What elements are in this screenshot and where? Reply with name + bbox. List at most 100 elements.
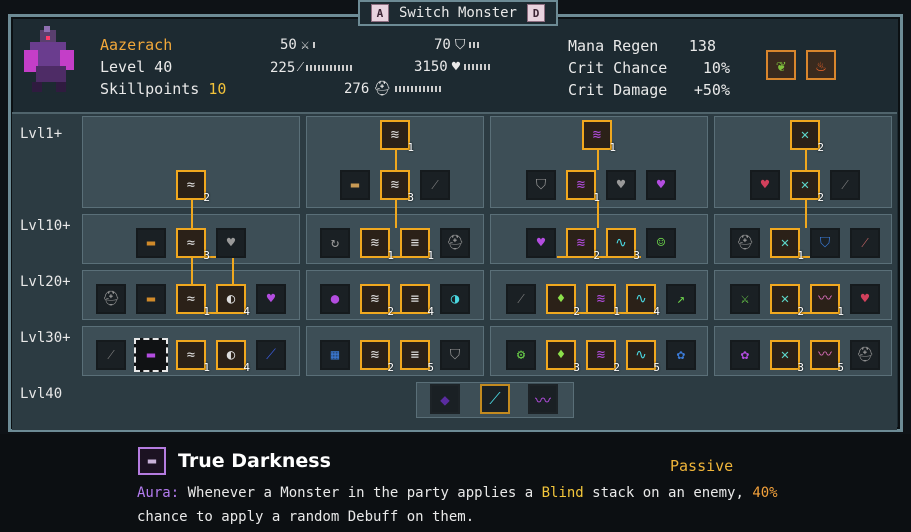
skill-node[interactable]: ≡ 5 xyxy=(400,340,434,374)
skill-node[interactable]: ≋ 2 xyxy=(586,340,620,374)
skill-node[interactable]: ≋ 3 xyxy=(380,170,414,204)
skill-node[interactable]: ▬ xyxy=(136,284,166,314)
skill-node[interactable]: ⁄ xyxy=(420,170,450,200)
skill-node[interactable]: ▬ xyxy=(136,228,166,258)
chance-percent: 40% xyxy=(752,485,778,501)
skill-node[interactable]: ≋ 1 xyxy=(380,120,414,154)
helmet-icon: ⛑ xyxy=(373,81,392,97)
skill-node[interactable]: ◐ 4 xyxy=(216,284,250,318)
skillpoints: Skillpoints 10 xyxy=(100,80,226,98)
skill-title: True Darkness xyxy=(178,450,331,472)
skill-node[interactable]: ≋ 1 xyxy=(566,170,600,204)
skill-node[interactable]: ⛑ xyxy=(440,228,470,258)
magic-stat: 225 ⁄ xyxy=(270,59,354,76)
skill-node[interactable]: ♥ xyxy=(526,228,556,258)
defense-stat: 70 ⛉ xyxy=(434,37,480,53)
skill-node[interactable]: ≈3 xyxy=(176,228,210,262)
skill-node[interactable]: ≋ 1 xyxy=(360,228,394,262)
level-label-40: Lvl40 xyxy=(20,386,63,402)
key-d[interactable]: D xyxy=(527,4,545,22)
skill-node[interactable]: ⛑ xyxy=(850,340,880,370)
ultimate-node[interactable]: 〰 xyxy=(528,384,558,414)
health-pool-stat: 3150 ♥ xyxy=(414,59,493,75)
skillpoints-label: Skillpoints xyxy=(100,80,200,98)
magic-value: 225 xyxy=(270,59,296,76)
crit-damage-value: +50% xyxy=(693,81,730,99)
crit-damage-label: Crit Damage xyxy=(568,81,668,99)
skill-node[interactable]: ∿ 5 xyxy=(626,340,660,374)
skill-node[interactable]: ☺ xyxy=(646,228,676,258)
skill-node[interactable]: ⛑ xyxy=(96,284,126,314)
skill-node[interactable]: ◐ 4 xyxy=(216,340,250,374)
skill-node[interactable]: ↗ xyxy=(666,284,696,314)
skill-node[interactable]: ✕ 2 xyxy=(770,284,804,318)
skill-node[interactable]: ≋ 2 xyxy=(360,284,394,318)
skill-node[interactable]: 〰 5 xyxy=(810,340,844,374)
skill-node[interactable]: ⛉ xyxy=(440,340,470,370)
skill-node[interactable]: ≋ 1 xyxy=(586,284,620,318)
skill-node[interactable]: ✿ xyxy=(666,340,696,370)
true-darkness-icon: ▬ xyxy=(138,447,166,475)
skill-node[interactable]: ● xyxy=(320,284,350,314)
skill-node[interactable]: ⁄ xyxy=(830,170,860,200)
skill-node[interactable]: ∿ 4 xyxy=(626,284,660,318)
skill-node[interactable]: ◑ xyxy=(440,284,470,314)
skill-node[interactable]: ♥ xyxy=(850,284,880,314)
skill-node[interactable]: ✕ 1 xyxy=(770,228,804,262)
connector xyxy=(597,200,599,228)
skill-description-line-2: chance to apply a random Debuff on them. xyxy=(137,509,475,525)
skill-node[interactable]: 〰 1 xyxy=(810,284,844,318)
skill-node[interactable]: ♦ 2 xyxy=(546,284,580,318)
skill-node[interactable]: ⁄ xyxy=(506,284,536,314)
skill-node[interactable]: ⁄ xyxy=(96,340,126,370)
skill-node[interactable]: ≡ 1 xyxy=(400,228,434,262)
skill-node[interactable]: ▬ xyxy=(340,170,370,200)
skill-node[interactable]: ⛉ xyxy=(526,170,556,200)
level-label-20: Lvl20+ xyxy=(20,274,71,290)
ultimate-node[interactable]: ⟋ xyxy=(480,384,510,414)
skill-node[interactable]: ⚙ xyxy=(506,340,536,370)
skill-node[interactable]: ▦ xyxy=(320,340,350,370)
skill-node[interactable]: ≋ 2 xyxy=(360,340,394,374)
skill-node[interactable]: ✕ 3 xyxy=(770,340,804,374)
switch-monster-title: Switch Monster xyxy=(398,5,517,21)
skill-node[interactable]: ⛑ xyxy=(730,228,760,258)
ultimate-node[interactable]: ◆ xyxy=(430,384,460,414)
skill-node[interactable]: ≡ 4 xyxy=(400,284,434,318)
skill-description-line-1: Aura: Whenever a Monster in the party ap… xyxy=(137,485,778,501)
skill-node[interactable]: ≋ 2 xyxy=(566,228,600,262)
defense2-stat: 276 ⛑ xyxy=(344,81,444,97)
connector xyxy=(191,256,193,284)
sword-icon: ⚔ xyxy=(300,37,310,53)
skill-node[interactable]: ∿ 3 xyxy=(606,228,640,262)
skill-node[interactable]: ↻ xyxy=(320,228,350,258)
fire-shield-buff-icon[interactable]: ♨ xyxy=(806,50,836,80)
connector xyxy=(597,150,599,170)
skill-node[interactable]: ♥ xyxy=(750,170,780,200)
skill-node[interactable]: ♥ xyxy=(216,228,246,258)
skill-node[interactable]: ≋ 1 xyxy=(582,120,616,154)
level-label-30: Lvl30+ xyxy=(20,330,71,346)
skill-node[interactable]: ✕ 2 xyxy=(790,120,824,154)
skill-node[interactable]: ✕ 2 xyxy=(790,170,824,204)
connector xyxy=(395,150,397,170)
skill-node[interactable]: ≈1 xyxy=(176,340,210,374)
key-a[interactable]: A xyxy=(370,4,389,22)
monster-name: Aazerach xyxy=(100,36,173,54)
skill-node[interactable]: ⁄ xyxy=(850,228,880,258)
skill-node[interactable]: ⟋ xyxy=(256,340,286,370)
skill-node[interactable]: ♥ xyxy=(606,170,636,200)
switch-monster-tab[interactable]: A Switch Monster D xyxy=(358,0,558,26)
skill-node[interactable]: ♥ xyxy=(646,170,676,200)
skill-node[interactable]: ✿ xyxy=(730,340,760,370)
leaf-buff-icon[interactable]: ❦ xyxy=(766,50,796,80)
skill-node[interactable]: ⛉ xyxy=(810,228,840,258)
true-darkness-node-selected[interactable]: ▬ xyxy=(134,338,168,372)
skill-node[interactable]: ≈1 xyxy=(176,284,210,318)
skill-node[interactable]: ⚔ xyxy=(730,284,760,314)
skill-node[interactable]: ♦ 3 xyxy=(546,340,580,374)
skill-node[interactable]: ≈2 xyxy=(176,170,210,204)
level-label-1: Lvl1+ xyxy=(20,126,63,142)
skill-node[interactable]: ♥ xyxy=(256,284,286,314)
health-pool-value: 3150 xyxy=(414,59,448,75)
